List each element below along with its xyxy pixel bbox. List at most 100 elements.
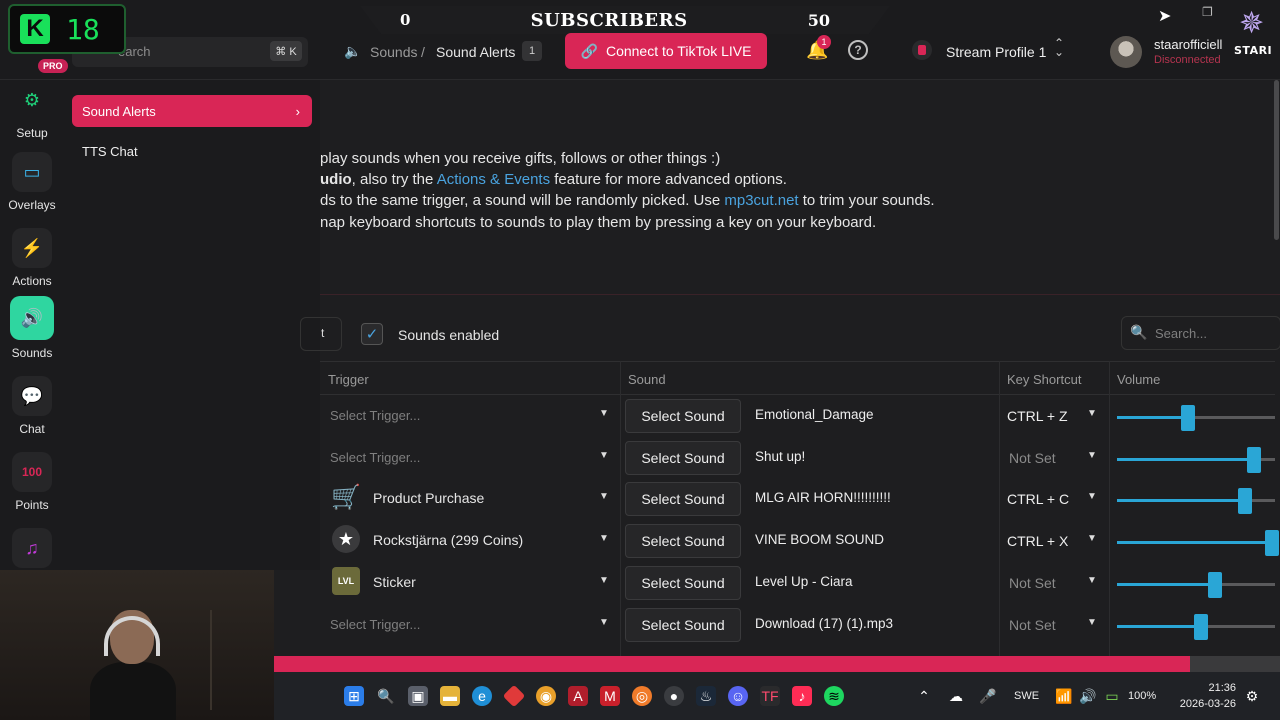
wifi-icon[interactable]: 📶 (1054, 686, 1074, 706)
spotify-icon[interactable]: ≋ (824, 686, 844, 706)
trigger-select[interactable]: Sticker (373, 574, 416, 590)
obs-icon[interactable]: ● (664, 686, 684, 706)
select-sound-button[interactable]: Select Sound (625, 565, 741, 600)
nav-label: Overlays (8, 198, 56, 212)
actions-events-link[interactable]: Actions & Events (437, 171, 550, 188)
select-sound-button[interactable]: Select Sound (625, 524, 741, 559)
nav-actions[interactable]: ⚡ Actions (0, 228, 64, 288)
app-orange-icon[interactable]: ◎ (632, 686, 652, 706)
notification-center-icon[interactable]: ⚙ (1242, 686, 1262, 706)
microphone-icon[interactable]: 🎤 (978, 686, 998, 706)
caret-down-icon[interactable]: ▼ (599, 533, 609, 544)
search-icon[interactable]: 🔍 (376, 686, 396, 706)
caret-down-icon[interactable]: ▼ (599, 491, 609, 502)
volume-slider[interactable] (1117, 405, 1275, 431)
trigger-select[interactable]: Product Purchase (373, 490, 484, 506)
stream-profile-select[interactable]: Stream Profile 1 (946, 44, 1046, 60)
sounds-enabled-checkbox[interactable]: ✓ (361, 323, 383, 345)
desc-text: to trim your sounds. (798, 192, 935, 209)
trigger-select[interactable]: Select Trigger... (330, 450, 420, 465)
windows-start-icon[interactable]: ⊞ (344, 686, 364, 706)
partial-button[interactable]: t (300, 317, 342, 351)
caret-down-icon[interactable]: ▼ (599, 450, 609, 461)
avatar[interactable] (1110, 36, 1142, 68)
chevron-up-icon[interactable]: ⌃ (914, 686, 934, 706)
mp3cut-link[interactable]: mp3cut.net (724, 192, 798, 209)
key-shortcut-select[interactable]: CTRL + Z (1007, 408, 1068, 424)
language-indicator[interactable]: SWE (1014, 690, 1039, 702)
edge-icon[interactable]: e (472, 686, 492, 706)
cloud-sync-icon[interactable]: ☁ (946, 686, 966, 706)
task-view-icon[interactable]: ▣ (408, 686, 428, 706)
volume-thumb[interactable] (1181, 405, 1195, 431)
file-explorer-icon[interactable]: ▬ (440, 686, 460, 706)
horizontal-scrollbar-thumb[interactable] (274, 656, 1190, 672)
tiktok-icon[interactable]: ♪ (792, 686, 812, 706)
nav-label: Actions (12, 274, 52, 288)
table-search-placeholder: Search... (1155, 326, 1208, 341)
caret-down-icon[interactable]: ▼ (1087, 491, 1097, 502)
volume-slider[interactable] (1117, 446, 1275, 473)
trigger-select[interactable]: Select Trigger... (330, 617, 420, 632)
select-sound-button[interactable]: Select Sound (625, 399, 741, 433)
caret-down-icon[interactable]: ▼ (1087, 575, 1097, 586)
vertical-scrollbar[interactable] (1274, 80, 1279, 240)
select-sound-button[interactable]: Select Sound (625, 440, 741, 475)
trigger-select[interactable]: Rockstjärna (299 Coins) (373, 532, 523, 548)
select-sound-button[interactable]: Select Sound (625, 482, 741, 517)
nav-more[interactable]: ♫ (0, 528, 64, 574)
volume-slider[interactable] (1117, 488, 1275, 515)
steam-icon[interactable]: ♨ (696, 686, 716, 706)
nav-overlays[interactable]: ▭ Overlays (0, 152, 64, 212)
key-shortcut-select[interactable]: Not Set (1009, 575, 1056, 591)
caret-down-icon[interactable]: ▼ (1087, 408, 1097, 419)
levelup-sticker-icon: LVL (332, 566, 360, 595)
mcafee-icon[interactable]: M (600, 686, 620, 706)
chrome-icon[interactable]: ◉ (536, 686, 556, 706)
counter-value: 18 (66, 12, 100, 46)
select-sound-button[interactable]: Select Sound (625, 607, 741, 642)
caret-down-icon[interactable]: ▼ (1087, 617, 1097, 628)
volume-thumb[interactable] (1208, 571, 1222, 598)
caret-down-icon[interactable]: ▼ (1087, 533, 1097, 544)
caret-down-icon[interactable]: ▼ (599, 575, 609, 586)
volume-thumb[interactable] (1265, 530, 1279, 557)
nav-points[interactable]: 100 Points (0, 452, 64, 512)
help-icon[interactable]: ? (848, 40, 868, 60)
volume-slider[interactable] (1117, 530, 1279, 557)
caret-down-icon[interactable]: ▼ (599, 408, 609, 419)
volume-slider[interactable] (1117, 613, 1275, 640)
maximize-icon[interactable]: ❐ (1202, 5, 1213, 19)
breadcrumb-sounds[interactable]: Sounds (370, 44, 417, 60)
volume-fill (1117, 457, 1254, 461)
battery-icon[interactable]: ▭ (1102, 686, 1122, 706)
volume-thumb[interactable] (1194, 613, 1208, 640)
volume-icon[interactable]: 🔊 (1078, 686, 1098, 706)
submenu-label: Sound Alerts (82, 103, 156, 119)
volume-thumb[interactable] (1238, 488, 1252, 515)
caret-down-icon[interactable]: ▼ (599, 617, 609, 628)
webcam-person (90, 610, 176, 720)
nav-chat[interactable]: 💬 Chat (0, 376, 64, 436)
nav-setup[interactable]: ⚙ Setup (0, 80, 64, 140)
sound-name: Level Up - Ciara (755, 573, 853, 589)
chevron-up-down-icon[interactable]: ⌃ ⌄ (1054, 37, 1064, 58)
adobe-icon[interactable]: A (568, 686, 588, 706)
submenu-tts-chat[interactable]: TTS Chat (82, 144, 138, 159)
caret-down-icon[interactable]: ▼ (1087, 450, 1097, 461)
volume-slider[interactable] (1117, 571, 1275, 598)
trigger-select[interactable]: Select Trigger... (330, 408, 420, 423)
subscribers-goal: 50 (807, 10, 830, 30)
key-shortcut-select[interactable]: CTRL + C (1007, 491, 1069, 507)
key-shortcut-select[interactable]: Not Set (1009, 617, 1056, 633)
clock-date[interactable]: 2026-03-26 (1170, 698, 1236, 710)
key-shortcut-select[interactable]: CTRL + X (1007, 533, 1068, 549)
clock-time[interactable]: 21:36 (1180, 682, 1236, 694)
nav-sounds[interactable]: 🔊 Sounds (0, 296, 64, 360)
tikfinity-icon[interactable]: TF (760, 686, 780, 706)
volume-thumb[interactable] (1247, 446, 1261, 473)
discord-icon[interactable]: ☺ (728, 686, 748, 706)
submenu-sound-alerts[interactable]: Sound Alerts › (72, 95, 312, 127)
connect-tiktok-button[interactable]: 🔗 Connect to TikTok LIVE (565, 33, 767, 69)
key-shortcut-select[interactable]: Not Set (1009, 450, 1056, 466)
